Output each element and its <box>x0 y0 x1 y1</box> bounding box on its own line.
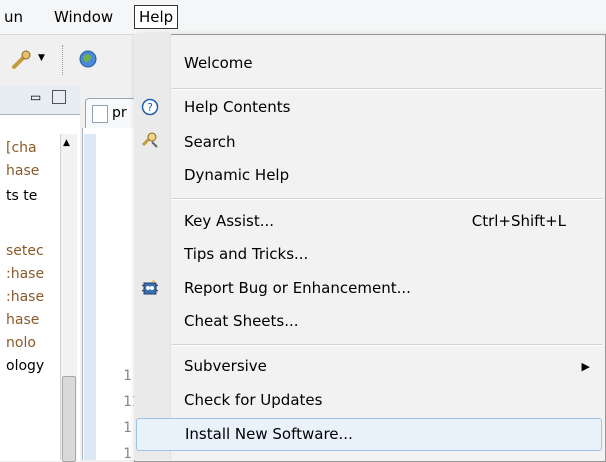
menu-separator <box>172 198 602 200</box>
external-tools-icon[interactable] <box>10 49 34 71</box>
menu-item-dynamic-help[interactable]: Dynamic Help <box>172 160 602 191</box>
toolbar: ▼ <box>0 35 140 85</box>
menu-item-install-new-software[interactable]: Install New Software... <box>136 418 602 451</box>
scrollbar-thumb[interactable] <box>62 376 76 462</box>
menu-separator <box>172 88 602 90</box>
search-help-icon <box>140 130 160 150</box>
left-line: ology <box>6 358 45 374</box>
shortcut-text: Ctrl+Shift+L <box>471 212 566 230</box>
left-line: :hase <box>6 266 45 282</box>
maximize-icon[interactable] <box>52 90 66 104</box>
help-circle-icon: ? <box>140 98 160 118</box>
editor-tab[interactable]: pr <box>85 98 141 129</box>
menu-run[interactable]: un <box>0 6 27 28</box>
minimize-icon[interactable]: ▭ <box>30 90 41 104</box>
chevron-down-icon[interactable]: ▼ <box>38 53 45 63</box>
menu-item-check-for-updates[interactable]: Check for Updates <box>172 385 602 416</box>
menu-window[interactable]: Window <box>50 6 117 28</box>
left-line: :hase <box>6 289 45 305</box>
bug-report-icon <box>140 277 160 297</box>
menu-item-welcome[interactable]: Welcome <box>172 48 602 79</box>
toolbar-separator <box>62 45 64 75</box>
menu-item-key-assist[interactable]: Key Assist... Ctrl+Shift+L <box>172 206 602 237</box>
submenu-arrow-icon: ▶ <box>581 360 590 373</box>
editor-tab-label: pr <box>112 105 127 121</box>
file-icon <box>92 105 108 123</box>
left-line: hase <box>6 312 40 328</box>
left-line: setec <box>6 243 44 259</box>
scroll-up-icon[interactable]: ▲ <box>63 138 70 148</box>
menu-help[interactable]: Help <box>134 5 179 29</box>
menu-item-tips-and-tricks[interactable]: Tips and Tricks... <box>172 239 602 270</box>
globe-icon[interactable] <box>78 49 98 69</box>
menu-item-report-bug[interactable]: Report Bug or Enhancement... <box>172 273 602 304</box>
menu-item-subversive[interactable]: Subversive ▶ <box>172 351 602 382</box>
left-view-header: ▭ <box>0 86 80 115</box>
left-line: ts te <box>6 188 38 204</box>
left-line: nolo <box>6 335 36 351</box>
menu-separator <box>172 344 602 346</box>
menu-item-search[interactable]: Search <box>172 127 602 158</box>
menu-item-help-contents[interactable]: Help Contents <box>172 92 602 123</box>
left-line: [cha <box>6 140 37 156</box>
editor-ruler <box>84 134 96 460</box>
menu-item-cheat-sheets[interactable]: Cheat Sheets... <box>172 306 602 337</box>
svg-text:?: ? <box>147 101 153 114</box>
left-line: hase <box>6 163 40 179</box>
menu-bar: un Window Help <box>0 0 606 35</box>
